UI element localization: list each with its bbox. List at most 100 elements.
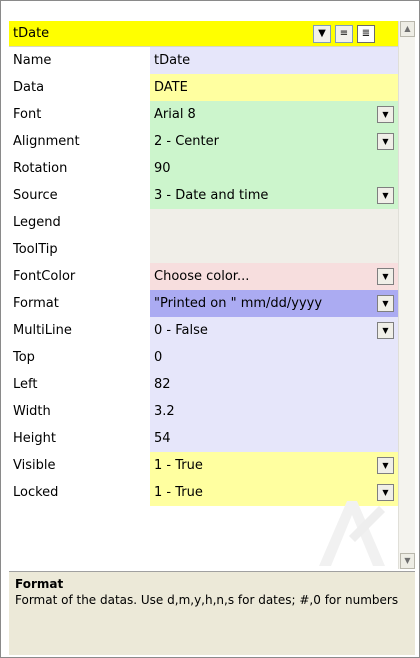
property-value[interactable]: 3 - Date and time ▼	[150, 182, 398, 209]
property-value-text: 0 - False	[154, 323, 208, 338]
property-value-text: Choose color...	[154, 269, 250, 284]
property-label: Alignment	[9, 128, 150, 155]
property-value-text: 2 - Center	[154, 134, 219, 149]
property-value[interactable]: "Printed on " mm/dd/yyyy ▼	[150, 290, 398, 317]
property-value[interactable]: 90	[150, 155, 398, 182]
property-value[interactable]	[150, 236, 398, 263]
property-value[interactable]	[150, 209, 398, 236]
chevron-down-icon: ▼	[382, 110, 389, 119]
help-text: Format of the datas. Use d,m,y,h,n,s for…	[15, 593, 399, 607]
property-row[interactable]: Source 3 - Date and time ▼	[9, 182, 398, 209]
property-value[interactable]: 82	[150, 371, 398, 398]
property-row[interactable]: MultiLine 0 - False ▼	[9, 317, 398, 344]
help-panel: Format Format of the datas. Use d,m,y,h,…	[9, 571, 415, 655]
property-row[interactable]: Legend	[9, 209, 398, 236]
dropdown-button[interactable]: ▼	[377, 268, 394, 285]
property-label: Name	[9, 47, 150, 74]
dropdown-button[interactable]: ▼	[377, 484, 394, 501]
property-value[interactable]: 1 - True ▼	[150, 479, 398, 506]
property-row[interactable]: Alignment 2 - Center ▼	[9, 128, 398, 155]
property-label: Data	[9, 74, 150, 101]
property-value-text: DATE	[154, 80, 188, 95]
property-value-text: 3 - Date and time	[154, 188, 269, 203]
property-row[interactable]: Font Arial 8 ▼	[9, 101, 398, 128]
chevron-down-icon: ▼	[382, 299, 389, 308]
property-row[interactable]: Data DATE	[9, 74, 398, 101]
property-row[interactable]: Top 0	[9, 344, 398, 371]
property-value[interactable]: 54	[150, 425, 398, 452]
dropdown-button[interactable]: ▼	[377, 187, 394, 204]
chevron-down-icon: ▼	[382, 461, 389, 470]
property-value[interactable]: Arial 8 ▼	[150, 101, 398, 128]
alphabetic-view-button[interactable]: ≣	[357, 25, 375, 43]
property-value[interactable]: Choose color... ▼	[150, 263, 398, 290]
property-value-text: 0	[154, 350, 163, 365]
property-label: Format	[9, 290, 150, 317]
property-value[interactable]: tDate	[150, 47, 398, 74]
property-inspector: tDate ▼ ≡ ≣ Name tDate Data DATE Font Arial 8…	[0, 0, 420, 658]
property-row[interactable]: Left 82	[9, 371, 398, 398]
property-value[interactable]: 0	[150, 344, 398, 371]
vertical-scrollbar[interactable]: ▲ ▼	[398, 21, 415, 569]
property-label: MultiLine	[9, 317, 150, 344]
property-row[interactable]: Width 3.2	[9, 398, 398, 425]
property-value-text: "Printed on " mm/dd/yyyy	[154, 296, 323, 311]
alphabetic-icon: ≣	[361, 28, 371, 39]
scroll-up-button[interactable]: ▲	[400, 21, 415, 37]
scroll-down-button[interactable]: ▼	[400, 553, 415, 569]
property-value[interactable]: 2 - Center ▼	[150, 128, 398, 155]
chevron-up-icon: ▲	[404, 24, 411, 33]
property-value-text: 3.2	[154, 404, 175, 419]
property-row[interactable]: Visible 1 - True ▼	[9, 452, 398, 479]
chevron-down-icon: ▼	[382, 326, 389, 335]
dropdown-button[interactable]: ▼	[377, 322, 394, 339]
chevron-down-icon: ▼	[382, 191, 389, 200]
property-row[interactable]: Locked 1 - True ▼	[9, 479, 398, 506]
property-row[interactable]: Name tDate	[9, 47, 398, 74]
property-value[interactable]: DATE	[150, 74, 398, 101]
property-label: Height	[9, 425, 150, 452]
property-value[interactable]: 0 - False ▼	[150, 317, 398, 344]
property-value-text: 1 - True	[154, 458, 203, 473]
object-selector-dropdown-button[interactable]: ▼	[313, 25, 331, 43]
property-label: Locked	[9, 479, 150, 506]
dropdown-button[interactable]: ▼	[377, 106, 394, 123]
property-value-text: 90	[154, 161, 171, 176]
property-value-text: tDate	[154, 53, 191, 68]
property-row[interactable]: Format "Printed on " mm/dd/yyyy ▼	[9, 290, 398, 317]
categorized-icon: ≡	[339, 28, 349, 39]
property-value-text: 1 - True	[154, 485, 203, 500]
property-value[interactable]: 3.2	[150, 398, 398, 425]
categorized-view-button[interactable]: ≡	[335, 25, 353, 43]
property-label: Legend	[9, 209, 150, 236]
chevron-down-icon: ▼	[382, 272, 389, 281]
property-grid: tDate ▼ ≡ ≣ Name tDate Data DATE Font Arial 8…	[9, 21, 398, 569]
property-label: Left	[9, 371, 150, 398]
property-label: Width	[9, 398, 150, 425]
property-row[interactable]: ToolTip	[9, 236, 398, 263]
dropdown-button[interactable]: ▼	[377, 133, 394, 150]
property-value-text: Arial 8	[154, 107, 196, 122]
dropdown-button[interactable]: ▼	[377, 295, 394, 312]
property-label: Visible	[9, 452, 150, 479]
property-label: Top	[9, 344, 150, 371]
help-title: Format	[15, 577, 64, 591]
property-label: ToolTip	[9, 236, 150, 263]
property-value-text: 54	[154, 431, 171, 446]
property-label: Font	[9, 101, 150, 128]
property-label: Source	[9, 182, 150, 209]
chevron-down-icon: ▼	[382, 137, 389, 146]
property-label: Rotation	[9, 155, 150, 182]
object-selector-value: tDate	[13, 26, 50, 41]
property-row[interactable]: Height 54	[9, 425, 398, 452]
chevron-down-icon: ▼	[382, 488, 389, 497]
dropdown-button[interactable]: ▼	[377, 457, 394, 474]
property-value[interactable]: 1 - True ▼	[150, 452, 398, 479]
property-row[interactable]: FontColor Choose color... ▼	[9, 263, 398, 290]
chevron-down-icon: ▼	[404, 556, 411, 565]
chevron-down-icon: ▼	[318, 28, 326, 39]
property-value-text: 82	[154, 377, 171, 392]
property-row[interactable]: Rotation 90	[9, 155, 398, 182]
property-label: FontColor	[9, 263, 150, 290]
object-selector[interactable]: tDate ▼ ≡ ≣	[9, 21, 398, 47]
